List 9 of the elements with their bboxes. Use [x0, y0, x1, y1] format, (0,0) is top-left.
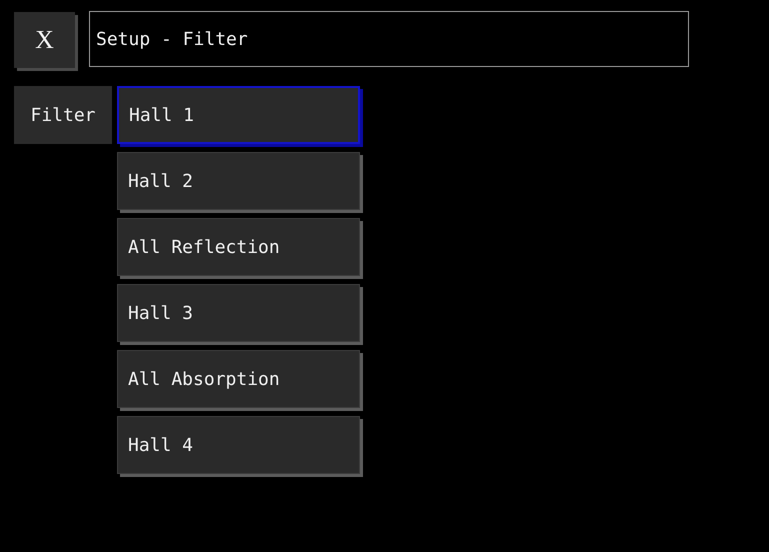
filter-button[interactable]: Hall 2 [117, 152, 360, 210]
filter-button[interactable]: All Absorption [117, 350, 360, 408]
title-field: Setup - Filter [89, 11, 689, 67]
filter-button[interactable]: Hall 4 [117, 416, 360, 474]
filter-button[interactable]: Hall 1 [117, 86, 360, 144]
filter-button[interactable]: Hall 3 [117, 284, 360, 342]
close-button[interactable]: X [14, 12, 75, 68]
filter-button[interactable]: All Reflection [117, 218, 360, 276]
filter-label: Filter [14, 86, 112, 144]
